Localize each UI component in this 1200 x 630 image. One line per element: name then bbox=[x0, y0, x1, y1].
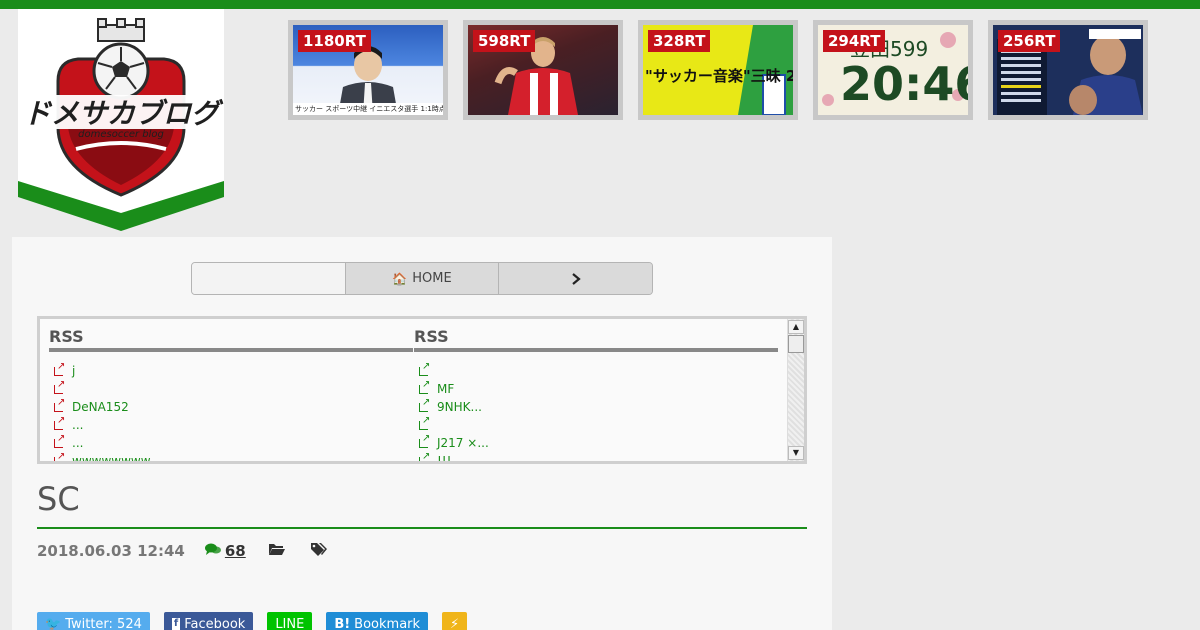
scroll-up-arrow-icon[interactable]: ▲ bbox=[788, 320, 804, 334]
external-link-icon bbox=[419, 361, 431, 377]
ranking-thumb-3[interactable]: 328RT "サッカー音楽"三昧 2 bbox=[638, 20, 798, 120]
external-link-icon bbox=[54, 433, 66, 449]
rss-item[interactable]: 9NHK... bbox=[414, 397, 778, 416]
external-link-icon bbox=[54, 361, 66, 377]
external-link-icon bbox=[54, 451, 66, 461]
top-accent-bar bbox=[0, 0, 1200, 9]
rss-scrollbar[interactable]: ▲ ▼ bbox=[787, 319, 804, 461]
external-link-icon bbox=[419, 415, 431, 431]
rank-badge-5: 256RT bbox=[998, 30, 1061, 52]
facebook-share-button[interactable]: f Facebook bbox=[163, 612, 254, 630]
rss-column-1: RSS j DeNA152 ... ... wwwwwwww bbox=[49, 319, 413, 461]
rss-item[interactable]: MF bbox=[414, 379, 778, 398]
pocket-share-button[interactable]: ⚡ bbox=[442, 612, 468, 630]
home-icon: 🏠 bbox=[392, 271, 408, 286]
rss-heading-1: RSS bbox=[49, 319, 413, 352]
rss-item[interactable] bbox=[49, 379, 413, 398]
line-share-button[interactable]: LINE bbox=[267, 612, 313, 630]
twitter-share-button[interactable]: 🐦 Twitter: 524 bbox=[37, 612, 150, 630]
ranking-thumb-4[interactable]: 294RT 豆田599 20:46 bbox=[813, 20, 973, 120]
home-label: HOME bbox=[412, 271, 452, 286]
rank-badge-2: 598RT bbox=[473, 30, 536, 52]
scrollbar-thumb[interactable] bbox=[788, 335, 804, 353]
comment-count-link[interactable]: 68 bbox=[225, 542, 246, 560]
chevron-right-icon bbox=[571, 272, 581, 285]
prev-post-button[interactable] bbox=[192, 263, 346, 294]
external-link-icon bbox=[419, 379, 431, 395]
external-link-icon bbox=[419, 433, 431, 449]
next-post-button[interactable] bbox=[499, 263, 652, 294]
twitter-icon: 🐦 bbox=[45, 616, 62, 630]
article-title: SC bbox=[37, 480, 80, 518]
hatena-icon: B! bbox=[334, 616, 351, 630]
title-divider bbox=[37, 527, 807, 529]
share-buttons: 🐦 Twitter: 524 f Facebook LINE B! Bookma… bbox=[37, 612, 481, 630]
rss-item[interactable]: wwwwwwww bbox=[49, 451, 413, 461]
ranking-image-4: 294RT 豆田599 20:46 bbox=[818, 25, 968, 115]
rss-item[interactable]: DeNA152 bbox=[49, 397, 413, 416]
rss-item[interactable]: J217 ×... bbox=[414, 433, 778, 452]
rss-item[interactable]: ... bbox=[49, 415, 413, 434]
ranking-image-2: 598RT bbox=[468, 25, 618, 115]
main-content: 🏠 HOME RSS j DeNA152 ... ... wwwwwwww RS… bbox=[12, 237, 832, 630]
rss-item[interactable] bbox=[414, 415, 778, 434]
logo-subtitle: domesoccer blog bbox=[78, 129, 164, 140]
scroll-down-arrow-icon[interactable]: ▼ bbox=[788, 446, 804, 460]
rss-item[interactable]: !!! bbox=[414, 451, 778, 461]
ranking-image-5: 256RT bbox=[993, 25, 1143, 115]
external-link-icon bbox=[54, 415, 66, 431]
rank-badge-1: 1180RT bbox=[298, 30, 371, 52]
rank-badge-4: 294RT bbox=[823, 30, 886, 52]
logo-wordmark: ドメサカブログ bbox=[23, 97, 224, 130]
rss-column-2: RSS MF 9NHK... J217 ×... !!! bbox=[414, 319, 778, 461]
tags-icon[interactable] bbox=[310, 542, 328, 560]
external-link-icon bbox=[54, 397, 66, 413]
ranking-image-1: 1180RT サッカー スポーツ中継 イニエスタ選手 1:1時点 bbox=[293, 25, 443, 115]
home-button[interactable]: 🏠 HOME bbox=[345, 263, 500, 294]
ranking-caption-4: 20:46 bbox=[840, 57, 968, 111]
site-logo[interactable]: ドメサカブログ domesoccer blog bbox=[18, 9, 224, 234]
bolt-icon: ⚡ bbox=[450, 616, 460, 630]
facebook-icon: f bbox=[171, 618, 181, 630]
logo-banner-graphic: ドメサカブログ domesoccer blog bbox=[18, 9, 224, 231]
article-meta: 2018.06.03 12:44 68 bbox=[37, 540, 328, 562]
ranking-thumb-1[interactable]: 1180RT サッカー スポーツ中継 イニエスタ選手 1:1時点 bbox=[288, 20, 448, 120]
ranking-thumb-5[interactable]: 256RT bbox=[988, 20, 1148, 120]
external-link-icon bbox=[419, 451, 431, 461]
folder-open-icon[interactable] bbox=[268, 542, 286, 560]
external-link-icon bbox=[54, 379, 66, 395]
ranking-image-3: 328RT "サッカー音楽"三昧 2 bbox=[643, 25, 793, 115]
ranking-caption-1: サッカー スポーツ中継 イニエスタ選手 1:1時点 bbox=[295, 105, 443, 113]
comments-icon bbox=[204, 542, 221, 560]
post-navigation: 🏠 HOME bbox=[191, 262, 653, 295]
rank-badge-3: 328RT bbox=[648, 30, 711, 52]
ranking-caption-3: "サッカー音楽"三昧 2 bbox=[645, 67, 793, 85]
rss-item[interactable]: ... bbox=[49, 433, 413, 452]
post-date: 2018.06.03 12:44 bbox=[37, 542, 185, 560]
ranking-thumb-2[interactable]: 598RT bbox=[463, 20, 623, 120]
external-link-icon bbox=[419, 397, 431, 413]
rss-item[interactable] bbox=[414, 361, 778, 380]
hatena-bookmark-button[interactable]: B! Bookmark bbox=[326, 612, 429, 630]
rss-feed-box[interactable]: RSS j DeNA152 ... ... wwwwwwww RSS MF 9N… bbox=[37, 316, 807, 464]
rss-item[interactable]: j bbox=[49, 361, 413, 380]
rss-heading-2: RSS bbox=[414, 319, 778, 352]
